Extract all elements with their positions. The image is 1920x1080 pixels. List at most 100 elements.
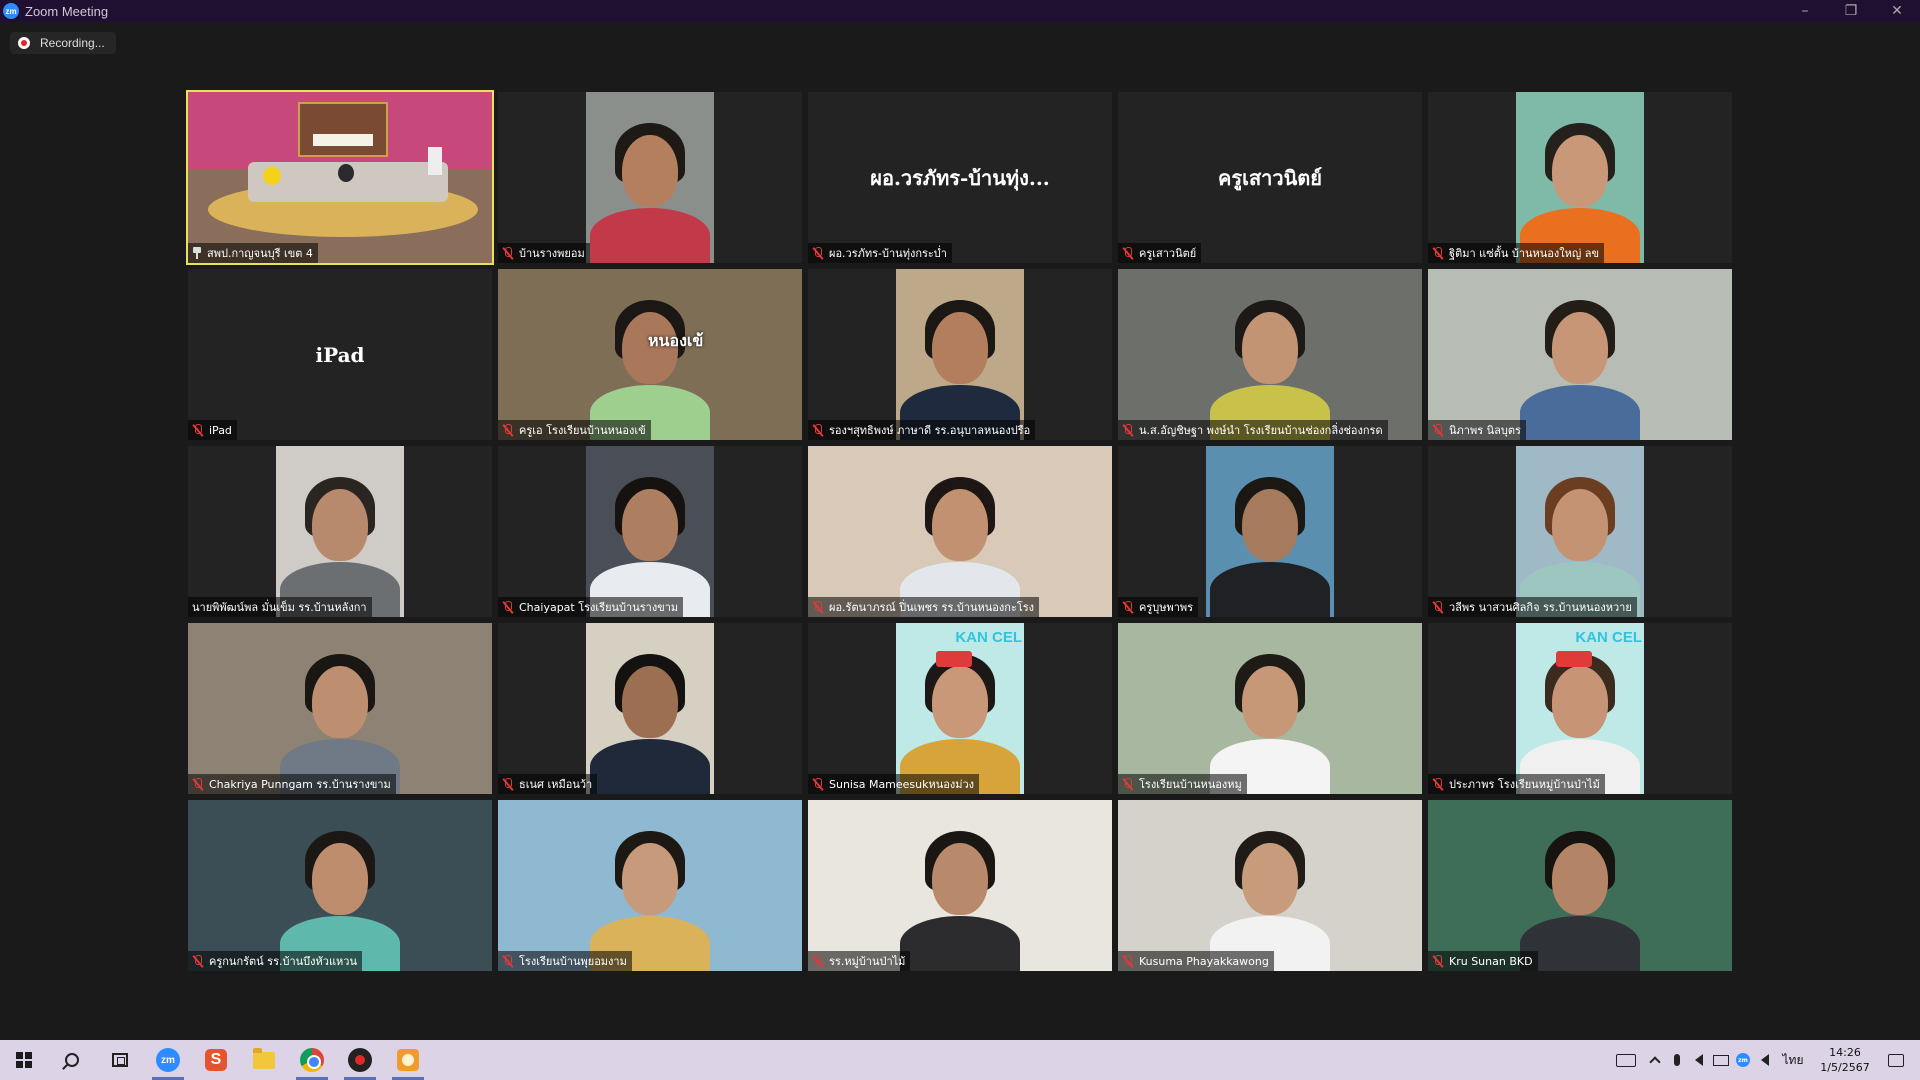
participant-tile[interactable]: ผอ.วรภัทร-บ้านทุ่ง... ผอ.วรภัทร-บ้านทุ่งก… bbox=[808, 92, 1112, 263]
chrome-icon bbox=[300, 1048, 324, 1072]
minimize-button[interactable]: – bbox=[1782, 0, 1828, 22]
volume-tray[interactable] bbox=[1754, 1040, 1776, 1080]
start-button[interactable] bbox=[0, 1040, 48, 1080]
participant-tile[interactable]: นายพิพัฒน์พล มั่นเข็ม รร.บ้านหลังกา bbox=[188, 446, 492, 617]
participant-name: วลีพร นาสวนศิลกิจ รร.บ้านหนองหวาย bbox=[1449, 601, 1632, 614]
microphone-tray[interactable] bbox=[1666, 1040, 1688, 1080]
participant-tile[interactable]: Chaiyapat โรงเรียนบ้านรางขาม bbox=[498, 446, 802, 617]
participant-tile[interactable]: ผอ.รัตนาภรณ์ ปิ่นเพชร รร.บ้านหนองกะโรง bbox=[808, 446, 1112, 617]
search-icon bbox=[65, 1053, 79, 1067]
input-language-button[interactable]: ไทย bbox=[1776, 1040, 1810, 1080]
participant-tile[interactable]: ธเนศ เหมือนว้า bbox=[498, 623, 802, 794]
recording-indicator[interactable]: Recording... bbox=[10, 32, 116, 54]
folder-icon bbox=[253, 1047, 275, 1069]
show-hidden-icons-button[interactable] bbox=[1644, 1040, 1666, 1080]
participant-tile[interactable]: Kru Sunan BKD bbox=[1428, 800, 1732, 971]
search-button[interactable] bbox=[48, 1040, 96, 1080]
participant-video bbox=[188, 92, 492, 263]
participant-silhouette bbox=[280, 467, 400, 617]
muted-mic-icon bbox=[1122, 423, 1134, 437]
participant-name: ครูกนกรัตน์ รร.บ้านบึงหัวแหวน bbox=[209, 955, 357, 968]
participant-tile[interactable]: Kusuma Phayakkawong bbox=[1118, 800, 1422, 971]
record-icon bbox=[18, 37, 30, 49]
participant-video bbox=[1118, 623, 1422, 794]
participant-tile[interactable]: รองฯสุทธิพงษ์ ภาษาดี รร.อนุบาลหนองปรือ bbox=[808, 269, 1112, 440]
participant-video bbox=[1428, 800, 1732, 971]
close-button[interactable]: ✕ bbox=[1874, 0, 1920, 22]
participant-silhouette bbox=[280, 821, 400, 971]
participant-name-tag: ประภาพร โรงเรียนหมู่บ้านป่าไม้ bbox=[1428, 774, 1605, 794]
participant-tile[interactable]: ครูเสาวนิตย์ ครูเสาวนิตย์ bbox=[1118, 92, 1422, 263]
participant-name: ผอ.วรภัทร-บ้านทุ่งกระบ่ำ bbox=[829, 247, 947, 260]
participant-name-tag: Chakriya Punngam รร.บ้านรางขาม bbox=[188, 774, 396, 794]
participant-name: ผอ.รัตนาภรณ์ ปิ่นเพชร รร.บ้านหนองกะโรง bbox=[829, 601, 1035, 614]
participant-video bbox=[1428, 269, 1732, 440]
participant-tile[interactable]: ฐิติมา แซ่ตั้น บ้านหนองใหญ่ ลข bbox=[1428, 92, 1732, 263]
restore-button[interactable]: ❐ bbox=[1828, 0, 1874, 22]
muted-mic-icon bbox=[1122, 954, 1134, 968]
participant-silhouette bbox=[900, 467, 1020, 617]
participant-video bbox=[188, 623, 492, 794]
speaker-tray[interactable] bbox=[1688, 1040, 1710, 1080]
participant-silhouette bbox=[1520, 113, 1640, 263]
zoom-tray[interactable]: zm bbox=[1732, 1040, 1754, 1080]
task-view-button[interactable] bbox=[96, 1040, 144, 1080]
participant-video bbox=[188, 800, 492, 971]
participant-tile[interactable]: บ้านรางพยอม bbox=[498, 92, 802, 263]
task-view-icon bbox=[112, 1053, 128, 1067]
taskbar-app-chrome[interactable] bbox=[288, 1040, 336, 1080]
participant-name-tag: Kru Sunan BKD bbox=[1428, 951, 1538, 971]
participant-tile[interactable]: Chakriya Punngam รร.บ้านรางขาม bbox=[188, 623, 492, 794]
window-title: Zoom Meeting bbox=[25, 3, 109, 19]
participant-tile[interactable]: โรงเรียนบ้านหนองหมู bbox=[1118, 623, 1422, 794]
taskbar-app-recorder[interactable] bbox=[336, 1040, 384, 1080]
zoom-logo-icon: zm bbox=[3, 3, 19, 19]
network-tray[interactable] bbox=[1710, 1040, 1732, 1080]
participant-name: ธเนศ เหมือนว้า bbox=[519, 778, 593, 791]
taskbar-app-file-explorer[interactable] bbox=[240, 1040, 288, 1080]
taskbar-app-s[interactable]: S bbox=[192, 1040, 240, 1080]
touch-keyboard-button[interactable] bbox=[1608, 1040, 1644, 1080]
participant-silhouette bbox=[590, 467, 710, 617]
muted-mic-icon bbox=[192, 777, 204, 791]
muted-mic-icon bbox=[1122, 246, 1134, 260]
participant-name-tag: ครูบุษพาพร bbox=[1118, 597, 1199, 617]
muted-mic-icon bbox=[1122, 600, 1134, 614]
gallery-view: สพป.กาญจนบุรี เขต 4 บ้านรางพยอม ผอ.วรภัทร-… bbox=[186, 90, 1733, 972]
participant-silhouette bbox=[590, 290, 710, 440]
muted-mic-icon bbox=[192, 954, 204, 968]
microphone-icon bbox=[1674, 1054, 1680, 1066]
screen-recorder-icon bbox=[348, 1048, 372, 1072]
participant-tile[interactable]: ครูกนกรัตน์ รร.บ้านบึงหัวแหวน bbox=[188, 800, 492, 971]
participant-video bbox=[586, 446, 714, 617]
participant-tile[interactable]: สพป.กาญจนบุรี เขต 4 bbox=[186, 90, 494, 265]
participant-name: ฐิติมา แซ่ตั้น บ้านหนองใหญ่ ลข bbox=[1449, 247, 1600, 260]
muted-mic-icon bbox=[1432, 954, 1444, 968]
participant-tile[interactable]: ครูบุษพาพร bbox=[1118, 446, 1422, 617]
participant-name-tag: ครูเสาวนิตย์ bbox=[1118, 243, 1202, 263]
participant-tile[interactable]: นิภาพร นิลบุตร bbox=[1428, 269, 1732, 440]
notifications-icon[interactable] bbox=[1888, 1053, 1904, 1067]
taskbar-app-zoom[interactable]: zm bbox=[144, 1040, 192, 1080]
participant-name-tag: นายพิพัฒน์พล มั่นเข็ม รร.บ้านหลังกา bbox=[188, 597, 372, 617]
participant-tile[interactable]: iPad iPad bbox=[188, 269, 492, 440]
participant-video bbox=[808, 446, 1112, 617]
participant-tile[interactable]: หนองเข้ ครูเอ โรงเรียนบ้านหนองเข้ bbox=[498, 269, 802, 440]
network-icon bbox=[1713, 1054, 1729, 1066]
participant-name: โรงเรียนบ้านหนองหมู bbox=[1139, 778, 1242, 791]
participant-tile[interactable]: KAN CEL Sunisa Mameesukหนองม่วง bbox=[808, 623, 1112, 794]
taskbar-clock[interactable]: 14:26 1/5/2567 bbox=[1810, 1045, 1880, 1075]
taskbar-app-orange[interactable] bbox=[384, 1040, 432, 1080]
clock-date: 1/5/2567 bbox=[1820, 1061, 1870, 1074]
volume-icon bbox=[1761, 1054, 1769, 1066]
participant-tile[interactable]: วลีพร นาสวนศิลกิจ รร.บ้านหนองหวาย bbox=[1428, 446, 1732, 617]
participant-tile[interactable]: น.ส.อัญชิษฐา พงษ์นำ โรงเรียนบ้านช่องกลิ่… bbox=[1118, 269, 1422, 440]
participant-tile[interactable]: โรงเรียนบ้านพุยอมงาม bbox=[498, 800, 802, 971]
orange-app-icon bbox=[397, 1049, 419, 1071]
participant-tile[interactable]: รร.หมู่บ้านป่าไม้ bbox=[808, 800, 1112, 971]
participant-name-tag: น.ส.อัญชิษฐา พงษ์นำ โรงเรียนบ้านช่องกลิ่… bbox=[1118, 420, 1388, 440]
participant-silhouette bbox=[1210, 821, 1330, 971]
participant-tile[interactable]: KAN CEL ประภาพร โรงเรียนหมู่บ้านป่าไม้ bbox=[1428, 623, 1732, 794]
speaker-icon bbox=[1695, 1054, 1703, 1066]
participant-video: หนองเข้ bbox=[498, 269, 802, 440]
